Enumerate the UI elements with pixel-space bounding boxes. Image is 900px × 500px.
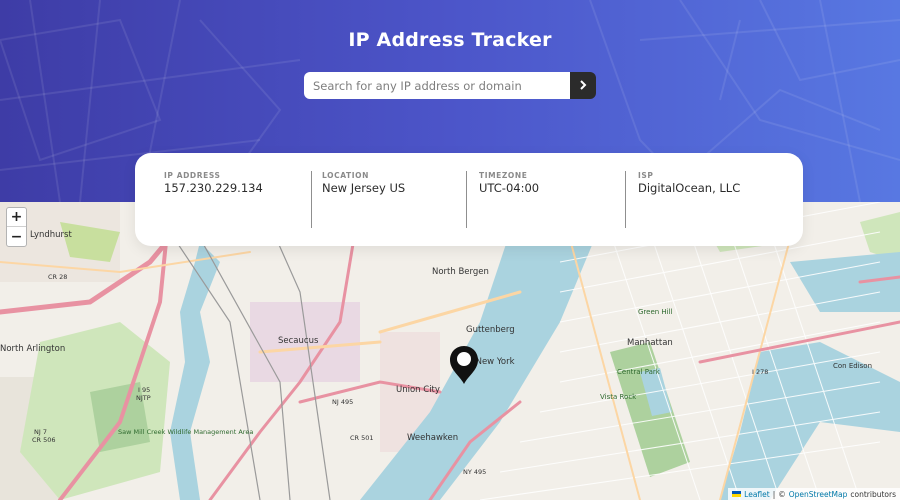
attribution-copyright: © <box>778 489 786 499</box>
stat-value: UTC-04:00 <box>479 181 540 195</box>
map-label-njtp: NJTP <box>136 394 151 402</box>
zoom-control: + − <box>6 207 27 247</box>
stat-label: IP ADDRESS <box>164 171 221 180</box>
stat-label: LOCATION <box>322 171 369 180</box>
map-label-con-edison: Con Edison <box>833 362 872 370</box>
stat-divider <box>466 171 467 228</box>
search-button[interactable] <box>570 72 596 99</box>
zoom-in-button[interactable]: + <box>7 208 26 227</box>
attribution-separator: | <box>772 489 776 499</box>
map-label-guttenberg: Guttenberg <box>466 325 515 335</box>
ukraine-flag-icon <box>732 491 742 497</box>
search-bar <box>304 72 596 99</box>
stat-divider <box>311 171 312 228</box>
map-label-north-arlington: North Arlington <box>0 344 65 354</box>
attribution-contributors: contributors <box>850 489 896 499</box>
map-tiles[interactable]: Lyndhurst CR 28 North Bergen Guttenberg … <box>0 202 900 500</box>
map-label-cr501: CR 501 <box>350 434 374 442</box>
map-label-ny495: NY 495 <box>463 468 486 476</box>
map-label-nj495: NJ 495 <box>332 398 353 406</box>
search-input[interactable] <box>304 72 570 99</box>
map-label-central-park: Central Park <box>617 368 661 376</box>
map-label-sawmill: Saw Mill Creek Wildlife Management Area <box>118 428 253 436</box>
ip-info-card: IP ADDRESS 157.230.229.134 LOCATION New … <box>135 153 803 246</box>
map-label-secaucus: Secaucus <box>278 336 319 346</box>
leaflet-link[interactable]: Leaflet <box>744 490 770 499</box>
page-title: IP Address Tracker <box>348 29 552 51</box>
stat-value: New Jersey US <box>322 181 406 195</box>
map-label-i95: I 95 <box>138 386 150 394</box>
chevron-right-icon <box>579 78 587 93</box>
map-label-cr28: CR 28 <box>48 273 67 281</box>
stat-divider <box>625 171 626 228</box>
map-label-cr506: CR 506 <box>32 436 56 444</box>
stat-value: 157.230.229.134 <box>164 181 263 195</box>
stat-label: TIMEZONE <box>479 171 528 180</box>
map-label-i278: I 278 <box>752 368 768 376</box>
stat-label: ISP <box>638 171 654 180</box>
map-label-vista-rock: Vista Rock <box>600 393 637 401</box>
map-attribution: Leaflet | © OpenStreetMap contributors <box>728 488 900 500</box>
map-label-weehawken: Weehawken <box>407 433 458 443</box>
map[interactable]: Lyndhurst CR 28 North Bergen Guttenberg … <box>0 202 900 500</box>
map-label-north-bergen: North Bergen <box>432 267 489 277</box>
map-label-green-hill: Green Hill <box>638 308 673 316</box>
zoom-out-button[interactable]: − <box>7 227 26 246</box>
osm-link[interactable]: OpenStreetMap <box>789 490 848 499</box>
map-label-nj7: NJ 7 <box>34 428 47 436</box>
map-label-manhattan: Manhattan <box>627 338 673 348</box>
map-label-lyndhurst: Lyndhurst <box>30 230 72 240</box>
map-label-union-city: Union City <box>396 385 440 395</box>
stat-value: DigitalOcean, LLC <box>638 181 741 195</box>
